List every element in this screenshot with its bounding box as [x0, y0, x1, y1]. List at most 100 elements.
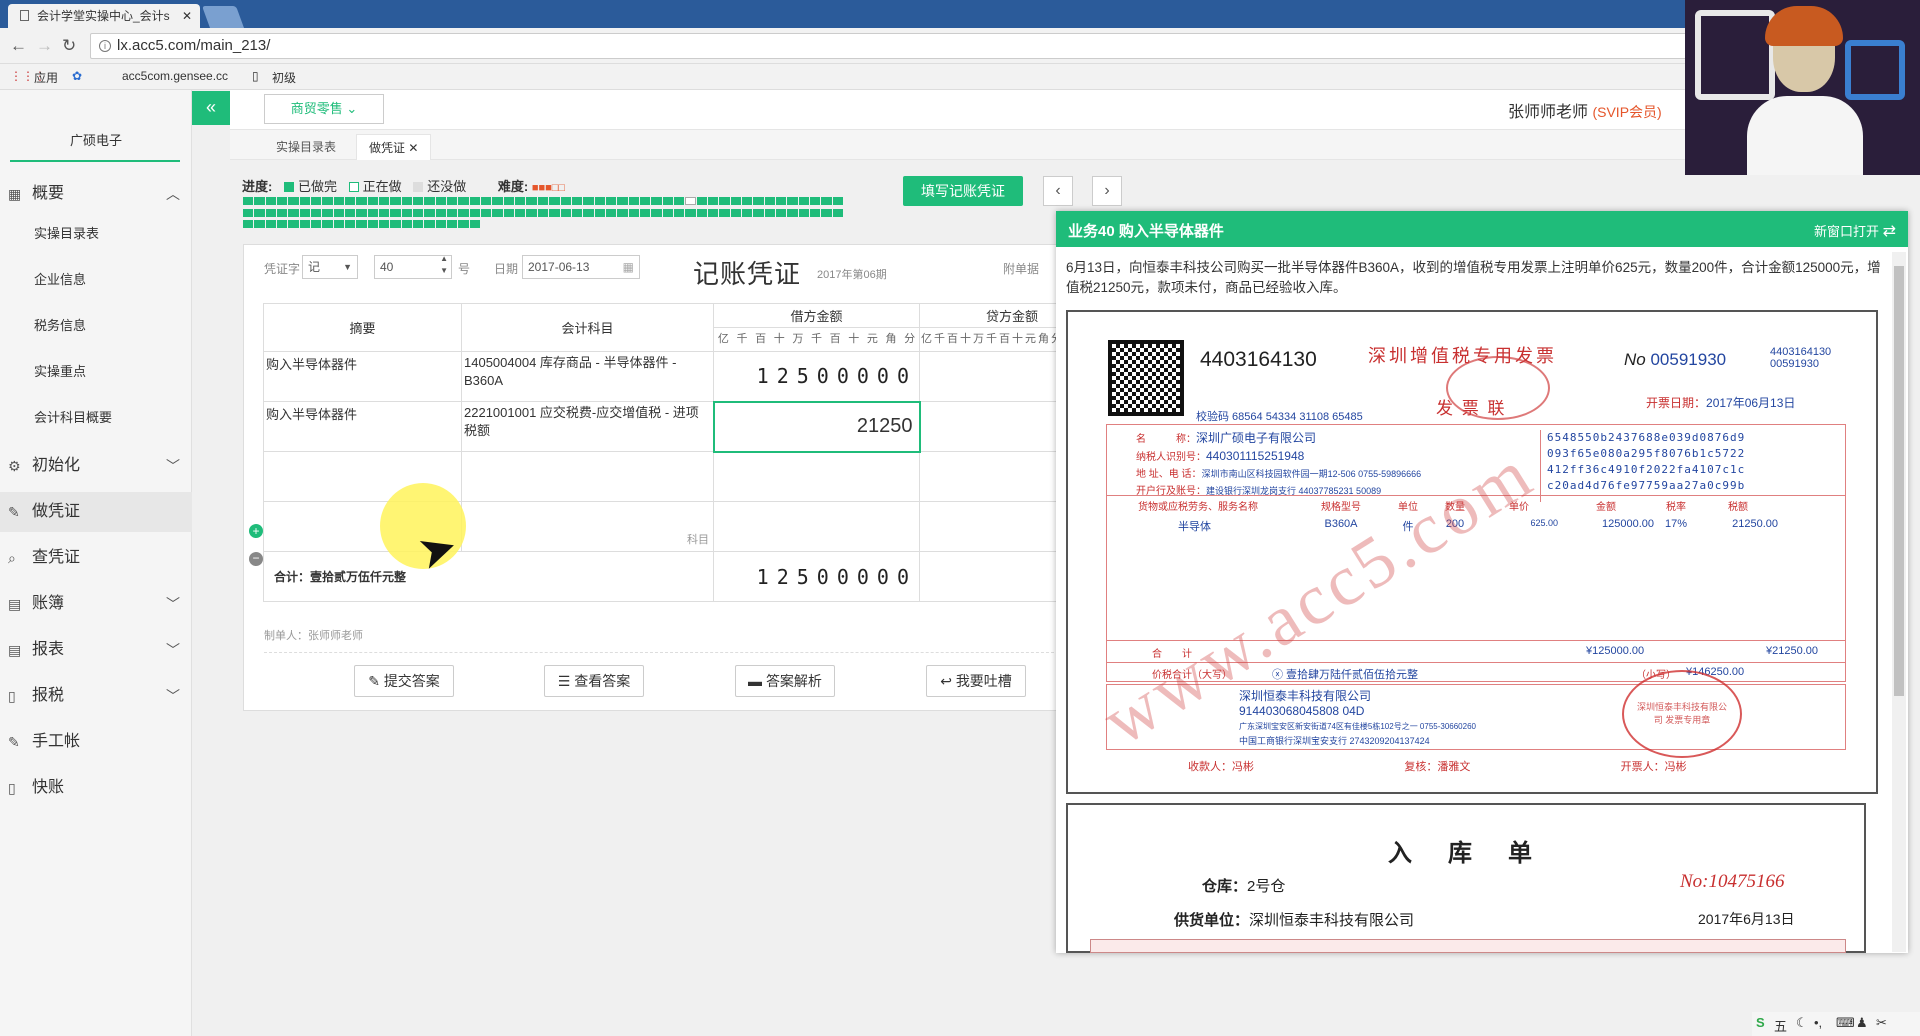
progress-cell[interactable] — [265, 197, 277, 205]
progress-cell[interactable] — [651, 220, 661, 228]
progress-cell[interactable] — [424, 220, 435, 229]
reload-icon[interactable]: ↻ — [62, 36, 76, 56]
progress-cell[interactable] — [243, 220, 254, 229]
progress-cell[interactable] — [322, 220, 333, 229]
progress-cell[interactable] — [458, 220, 469, 229]
progress-cell[interactable] — [753, 197, 764, 205]
progress-cell[interactable] — [515, 208, 526, 217]
progress-cell[interactable] — [628, 197, 639, 205]
progress-cell[interactable] — [617, 208, 628, 217]
progress-cell[interactable] — [753, 208, 764, 217]
progress-cell[interactable] — [492, 220, 502, 228]
user-info[interactable]: 张师师老师 (SVIP会员) — [1508, 98, 1662, 122]
progress-cell[interactable] — [605, 197, 617, 205]
progress-cell[interactable] — [424, 197, 435, 205]
bookmark-junior[interactable]: 初级 — [272, 69, 296, 86]
progress-cell[interactable] — [413, 197, 424, 205]
progress-cell[interactable] — [560, 208, 571, 217]
progress-cell[interactable] — [810, 220, 820, 228]
progress-cell[interactable] — [707, 208, 719, 217]
progress-cell[interactable] — [640, 220, 650, 228]
progress-cell[interactable] — [458, 208, 469, 217]
voucher-number-input[interactable]: 40 ▲ ▼ — [374, 254, 452, 279]
progress-cell[interactable] — [481, 220, 491, 228]
row-account[interactable]: 1405004004 库存商品 - 半导体器件 - B360A — [461, 351, 714, 402]
sidebar-item-overview[interactable]: ▦ 概要 ︿ — [0, 174, 192, 214]
progress-cell[interactable] — [447, 197, 458, 205]
progress-cell[interactable] — [571, 208, 583, 217]
progress-cell[interactable] — [742, 220, 752, 228]
progress-cell[interactable] — [458, 197, 469, 205]
progress-cell[interactable] — [435, 220, 447, 229]
sogou-icon[interactable]: S — [1756, 1015, 1765, 1030]
progress-cell[interactable] — [617, 220, 627, 228]
progress-cell[interactable] — [345, 197, 356, 205]
progress-cell[interactable] — [356, 197, 367, 205]
progress-cell[interactable] — [651, 208, 662, 217]
remove-row-icon[interactable]: − — [249, 552, 263, 566]
row-summary[interactable]: 购入半导体器件 — [263, 351, 462, 402]
progress-cell[interactable] — [707, 197, 719, 205]
progress-cell[interactable] — [594, 197, 605, 205]
bookmark-apps[interactable]: 应用 — [34, 69, 58, 86]
progress-cell[interactable] — [345, 220, 356, 229]
sidebar-item-reports[interactable]: ▤ 报表 ﹀ — [0, 630, 192, 670]
progress-cell[interactable] — [629, 220, 639, 228]
progress-cell[interactable] — [311, 208, 322, 217]
progress-cell[interactable] — [787, 197, 798, 205]
progress-cell[interactable] — [798, 208, 809, 217]
progress-cell[interactable] — [821, 208, 832, 217]
row-credit[interactable] — [919, 401, 1064, 452]
progress-cell[interactable] — [401, 208, 413, 217]
progress-cell[interactable] — [639, 197, 651, 205]
row-debit[interactable] — [713, 501, 920, 552]
progress-cell[interactable] — [515, 197, 526, 205]
row-credit[interactable] — [919, 351, 1064, 402]
progress-cell[interactable] — [299, 197, 311, 205]
progress-cell[interactable] — [753, 220, 763, 228]
progress-cell[interactable] — [277, 197, 288, 205]
next-button[interactable]: › — [1092, 176, 1122, 206]
progress-cell[interactable] — [673, 197, 685, 205]
progress-cell[interactable] — [799, 220, 809, 228]
progress-cell[interactable] — [492, 208, 503, 217]
close-tab-icon[interactable]: ✕ — [182, 4, 192, 28]
panel-scrollbar[interactable] — [1892, 252, 1906, 952]
progress-cell[interactable] — [628, 208, 639, 217]
back-icon[interactable]: ← — [10, 36, 27, 56]
progress-cell[interactable] — [492, 197, 503, 205]
progress-cell[interactable] — [651, 197, 662, 205]
browser-tab[interactable]: 会计学堂实操中心_会计s ✕ — [8, 4, 200, 28]
progress-cell[interactable] — [243, 197, 254, 205]
progress-cell[interactable] — [787, 208, 798, 217]
progress-cell[interactable] — [572, 220, 582, 228]
progress-cell[interactable] — [447, 208, 458, 217]
progress-cell[interactable] — [435, 197, 447, 205]
progress-cell[interactable] — [560, 197, 571, 205]
progress-cell[interactable] — [765, 220, 775, 228]
submit-answer-button[interactable]: ✎ 提交答案 — [354, 665, 454, 697]
progress-cell[interactable] — [390, 208, 401, 217]
person-icon[interactable]: ♟ — [1856, 1015, 1868, 1031]
progress-cell[interactable] — [662, 197, 673, 205]
progress-cell[interactable] — [775, 197, 787, 205]
progress-cell[interactable] — [776, 220, 786, 228]
progress-cell[interactable] — [447, 220, 458, 229]
moon-icon[interactable]: ☾ — [1796, 1015, 1808, 1031]
progress-cell[interactable] — [685, 208, 696, 217]
progress-cell[interactable] — [595, 220, 605, 228]
progress-cell[interactable] — [322, 197, 333, 205]
row-account[interactable] — [461, 451, 714, 502]
progress-cell[interactable] — [730, 197, 741, 205]
progress-cell[interactable] — [299, 208, 311, 217]
row-credit[interactable] — [919, 501, 1064, 552]
progress-cell[interactable] — [526, 208, 537, 217]
progress-cell[interactable] — [322, 208, 333, 217]
progress-cell[interactable] — [685, 197, 696, 205]
progress-cell[interactable] — [719, 197, 730, 205]
progress-cell[interactable] — [719, 208, 730, 217]
feedback-button[interactable]: ↩ 我要吐槽 — [926, 665, 1026, 697]
progress-cell[interactable] — [504, 220, 514, 228]
progress-cell[interactable] — [764, 197, 775, 205]
progress-cell[interactable] — [265, 220, 277, 229]
